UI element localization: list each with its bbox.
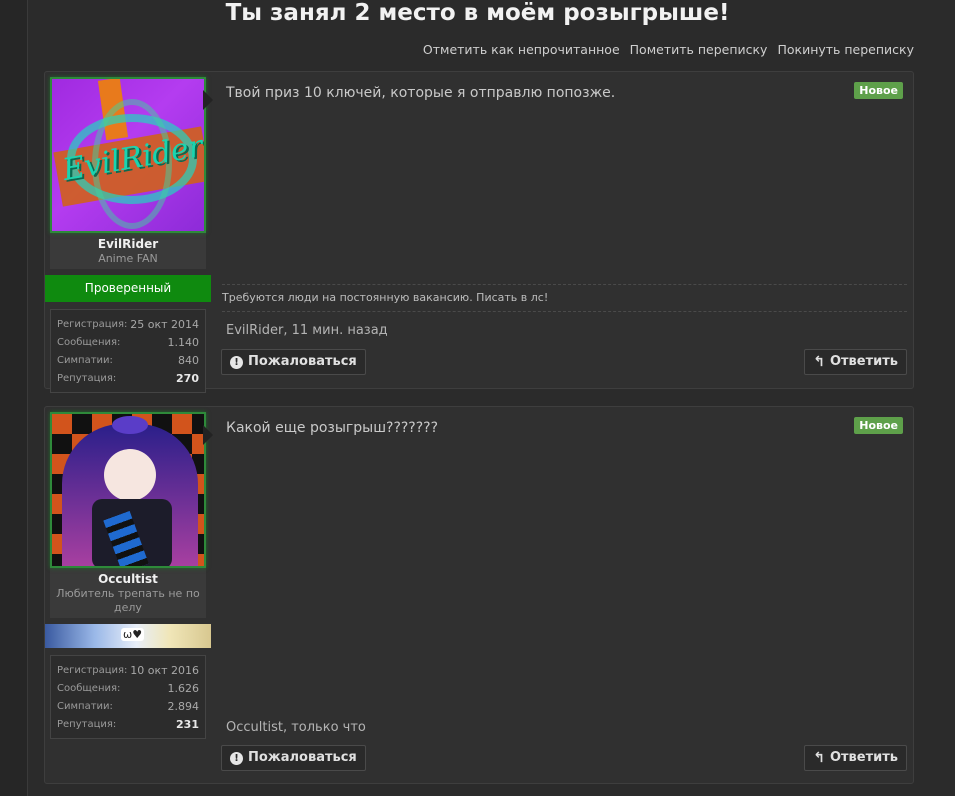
avatar[interactable]: EvilRider	[50, 77, 206, 233]
user-panel: EvilRider EvilRider Anime FAN Проверенны…	[45, 77, 211, 393]
stat-row: Регистрация: 25 окт 2014	[57, 318, 199, 331]
left-sidebar-strip	[0, 0, 28, 796]
message-post: Occultist Любитель трепать не по делу ω♥…	[44, 406, 914, 784]
user-info: Occultist Любитель трепать не по делу	[50, 568, 206, 618]
stat-row: Репутация: 270	[57, 372, 199, 385]
post-meta[interactable]: Occultist, только что	[226, 720, 366, 735]
message-text: Какой еще розыгрыш???????	[226, 420, 439, 436]
message-text: Твой приз 10 ключей, которые я отправлю …	[226, 85, 616, 101]
reply-icon: ↰	[813, 750, 825, 766]
leave-conversation-link[interactable]: Покинуть переписку	[777, 42, 914, 57]
banner-emoticon: ω♥	[121, 628, 145, 641]
avatar[interactable]	[50, 412, 206, 568]
post-meta[interactable]: EvilRider, 11 мин. назад	[226, 323, 388, 338]
stat-row: Симпатии: 840	[57, 354, 199, 367]
warning-icon: !	[230, 751, 243, 765]
stat-row: Симпатии: 2.894	[57, 700, 199, 713]
report-button[interactable]: ! Пожаловаться	[221, 745, 366, 771]
new-badge: Новое	[854, 417, 903, 434]
user-banner-image: ω♥	[45, 624, 211, 648]
bubble-arrow	[203, 425, 213, 445]
reply-button[interactable]: ↰ Ответить	[804, 349, 907, 375]
mark-conversation-link[interactable]: Пометить переписку	[630, 42, 768, 57]
user-title: Anime FAN	[98, 252, 158, 265]
stat-row: Сообщения: 1.626	[57, 682, 199, 695]
user-stats: Регистрация: 10 окт 2016 Сообщения: 1.626 …	[50, 655, 206, 739]
username-link[interactable]: EvilRider	[52, 237, 204, 252]
mark-unread-link[interactable]: Отметить как непрочитанное	[423, 42, 620, 57]
conversation-actions: Отметить как непрочитанное Пометить пере…	[423, 42, 914, 57]
user-info: EvilRider Anime FAN	[50, 233, 206, 269]
verified-banner: Проверенный	[45, 275, 211, 302]
report-button[interactable]: ! Пожаловаться	[221, 349, 366, 375]
stat-row: Сообщения: 1.140	[57, 336, 199, 349]
username-link[interactable]: Occultist	[52, 572, 204, 587]
reply-button[interactable]: ↰ Ответить	[804, 745, 907, 771]
reply-icon: ↰	[813, 354, 825, 370]
user-title: Любитель трепать не по делу	[56, 587, 200, 614]
stat-row: Регистрация: 10 окт 2016	[57, 664, 199, 677]
warning-icon: !	[230, 355, 243, 369]
bubble-arrow	[203, 90, 213, 110]
user-panel: Occultist Любитель трепать не по делу ω♥…	[45, 412, 211, 739]
new-badge: Новое	[854, 82, 903, 99]
signature: Требуются люди на постоянную вакансию. П…	[222, 284, 907, 312]
stat-row: Репутация: 231	[57, 718, 199, 731]
user-stats: Регистрация: 25 окт 2014 Сообщения: 1.140 …	[50, 309, 206, 393]
page-title: Ты занял 2 место в моём розыгрыше!	[225, 0, 730, 26]
message-post: EvilRider EvilRider Anime FAN Проверенны…	[44, 71, 914, 393]
